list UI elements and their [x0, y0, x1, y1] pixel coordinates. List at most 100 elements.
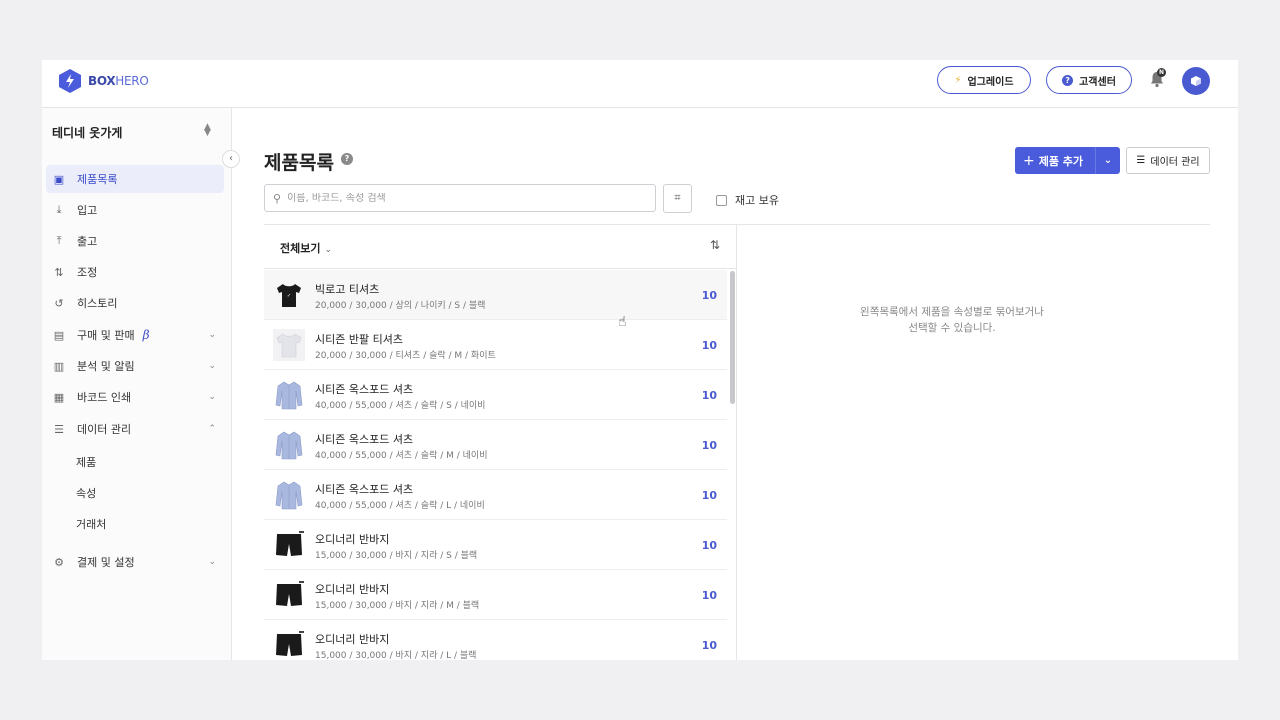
product-attributes: 15,000 / 30,000 / 바지 / 지라 / S / 블랙 [315, 551, 478, 561]
avatar[interactable] [1182, 67, 1210, 95]
sidebar-item-label: 결제 및 설정 [77, 556, 135, 569]
product-name: 시티즌 옥스포드 셔츠 [315, 383, 414, 396]
black-shorts-thumbnail [276, 581, 304, 606]
arrow-down-icon: ⤓ [56, 203, 62, 216]
product-quantity: 10 [701, 589, 717, 602]
detail-empty-message: 왼쪽목록에서 제품을 속성별로 묶어보거나 선택할 수 있습니다. [802, 304, 1102, 336]
sidebar-item-purchase-sales[interactable]: ▤ 구매 및 판매 β ⌄ [46, 321, 224, 349]
adjust-icon: ⇅ [54, 265, 64, 279]
product-quantity: 10 [701, 489, 717, 502]
chart-icon: ▥ [53, 359, 65, 373]
product-attributes: 40,000 / 55,000 / 셔츠 / 슬락 / M / 네이비 [315, 451, 488, 461]
chevron-down-icon: ⌄ [208, 557, 216, 567]
brand-name: BOXHERO [88, 74, 149, 88]
data-management-label: 데이터 관리 [1150, 157, 1200, 168]
view-all-dropdown[interactable]: 전체보기 ⌄ [280, 240, 332, 256]
black-shorts-thumbnail [276, 531, 304, 556]
add-product-label: 제품 추가 [1038, 154, 1084, 168]
box-icon: ▣ [53, 172, 65, 186]
beta-badge: β [142, 328, 150, 342]
boxhero-logo-icon [59, 69, 81, 93]
product-row[interactable]: 시티즌 옥스포드 셔츠 40,000 / 55,000 / 셔츠 / 슬락 / … [264, 370, 727, 420]
add-product-button[interactable]: + 제품 추가 ⌄ [1015, 147, 1120, 174]
product-row[interactable]: 시티즌 옥스포드 셔츠 40,000 / 55,000 / 셔츠 / 슬락 / … [264, 470, 727, 520]
sidebar-collapse-button[interactable]: ‹ [222, 150, 240, 168]
help-center-label: 고객센터 [1079, 76, 1116, 88]
sidebar-item-label: 바코드 인쇄 [77, 391, 132, 404]
store-name[interactable]: 테디네 옷가게 [52, 124, 122, 141]
barcode-scan-button[interactable]: ⌗ [663, 184, 692, 213]
product-name: 빅로고 티셔츠 [315, 283, 380, 296]
arrow-up-icon: ⤒ [56, 234, 62, 247]
product-attributes: 20,000 / 30,000 / 티셔츠 / 슬락 / M / 화이트 [315, 351, 496, 361]
product-name: 오디너리 반바지 [315, 583, 390, 596]
product-quantity: 10 [701, 339, 717, 352]
chevron-down-icon: ⌄ [324, 245, 333, 255]
product-quantity: 10 [701, 389, 717, 402]
list-header: 전체보기 ⌄ ⇅ [264, 225, 736, 269]
help-center-button[interactable]: ? 고객센터 [1046, 66, 1132, 94]
product-attributes: 40,000 / 55,000 / 셔츠 / 슬락 / L / 네이비 [315, 501, 485, 511]
product-name: 오디너리 반바지 [315, 633, 390, 646]
document-icon: ▤ [53, 328, 65, 342]
database-icon: ☰ [54, 422, 64, 436]
product-attributes: 15,000 / 30,000 / 바지 / 지라 / L / 블랙 [315, 651, 477, 660]
sidebar-subitem-attributes[interactable]: 속성 [76, 485, 96, 501]
sidebar-item-products[interactable]: ▣ 제품목록 [46, 165, 224, 193]
sidebar-item-label: 히스토리 [77, 297, 118, 310]
sidebar-item-label: 분석 및 알림 [77, 360, 135, 373]
data-management-button[interactable]: ☰ 데이터 관리 [1126, 147, 1210, 174]
sidebar-item-history[interactable]: ↺ 히스토리 [46, 289, 224, 317]
in-stock-checkbox[interactable] [716, 194, 727, 206]
chevron-up-icon: ⌃ [208, 424, 216, 434]
product-quantity: 10 [701, 439, 717, 452]
product-row[interactable]: 시티즌 옥스포드 셔츠 40,000 / 55,000 / 셔츠 / 슬락 / … [264, 420, 727, 470]
sidebar-item-adjust[interactable]: ⇅ 조정 [46, 258, 224, 286]
blue-shirt-thumbnail [275, 381, 303, 410]
sidebar-item-label: 데이터 관리 [77, 423, 132, 436]
sidebar-item-stock-out[interactable]: ⤒ 출고 [46, 227, 224, 255]
mouse-cursor-icon: ☝ [618, 314, 627, 330]
store-switch-icon[interactable]: ▲ ▼ [204, 123, 211, 138]
list-scrollbar[interactable] [730, 271, 735, 404]
blue-shirt-thumbnail [275, 431, 303, 460]
search-icon: ⚲ [273, 191, 282, 205]
sidebar-item-billing-settings[interactable]: ⚙ 결제 및 설정 ⌄ [46, 548, 224, 576]
product-row[interactable]: 오디너리 반바지 15,000 / 30,000 / 바지 / 지라 / L /… [264, 620, 727, 660]
product-attributes: 15,000 / 30,000 / 바지 / 지라 / M / 블랙 [315, 601, 480, 611]
sidebar-subitem-products[interactable]: 제품 [76, 454, 96, 470]
product-list-panel: 전체보기 ⌄ ⇅ ✓ 빅로고 티셔츠 20,000 / 30,000 / 상의 /… [264, 225, 737, 660]
search-input[interactable] [287, 192, 628, 204]
sidebar-item-barcode[interactable]: ▦ 바코드 인쇄 ⌄ [46, 383, 224, 411]
product-name: 시티즌 반팔 티셔츠 [315, 333, 403, 346]
product-row[interactable]: 시티즌 반팔 티셔츠 20,000 / 30,000 / 티셔츠 / 슬락 / … [264, 320, 727, 370]
blue-shirt-thumbnail [275, 481, 303, 510]
product-row[interactable]: ✓ 빅로고 티셔츠 20,000 / 30,000 / 상의 / 나이키 / S… [264, 270, 727, 320]
empty-message-line: 왼쪽목록에서 제품을 속성별로 묶어보거나 [860, 306, 1044, 318]
product-row[interactable]: 오디너리 반바지 15,000 / 30,000 / 바지 / 지라 / M /… [264, 570, 727, 620]
product-quantity: 10 [701, 289, 717, 302]
sidebar-item-data-management[interactable]: ☰ 데이터 관리 ⌃ [46, 415, 224, 443]
help-icon[interactable]: ? [341, 153, 353, 165]
main-content: 제품목록 ? + 제품 추가 ⌄ ☰ 데이터 관리 ⚲ ⌗ 재고 보유 전체보기… [232, 108, 1238, 660]
sidebar-item-stock-in[interactable]: ⤓ 입고 [46, 196, 224, 224]
sort-icon[interactable]: ⇅ [710, 238, 720, 252]
scan-icon: ⌗ [674, 191, 681, 204]
white-tshirt-thumbnail [273, 329, 305, 361]
product-row[interactable]: 오디너리 반바지 15,000 / 30,000 / 바지 / 지라 / S /… [264, 520, 727, 570]
upgrade-label: 업그레이드 [967, 76, 1014, 88]
cube-icon [1191, 76, 1201, 86]
lightning-icon: ⚡ [954, 74, 962, 86]
upgrade-button[interactable]: ⚡ 업그레이드 [937, 66, 1031, 94]
sidebar-subitem-partners[interactable]: 거래처 [76, 516, 106, 532]
black-shorts-thumbnail [276, 631, 304, 656]
chevron-down-icon[interactable]: ⌄ [1095, 147, 1120, 174]
sidebar-item-analytics[interactable]: ▥ 분석 및 알림 ⌄ [46, 352, 224, 380]
black-tshirt-thumbnail: ✓ [277, 284, 301, 307]
gear-icon: ⚙ [54, 555, 64, 569]
search-box[interactable]: ⚲ [264, 184, 656, 212]
in-stock-label: 재고 보유 [735, 194, 779, 207]
logo[interactable]: BOXHERO [58, 68, 149, 94]
in-stock-filter[interactable]: 재고 보유 [716, 192, 779, 208]
svg-text:✓: ✓ [287, 293, 291, 299]
